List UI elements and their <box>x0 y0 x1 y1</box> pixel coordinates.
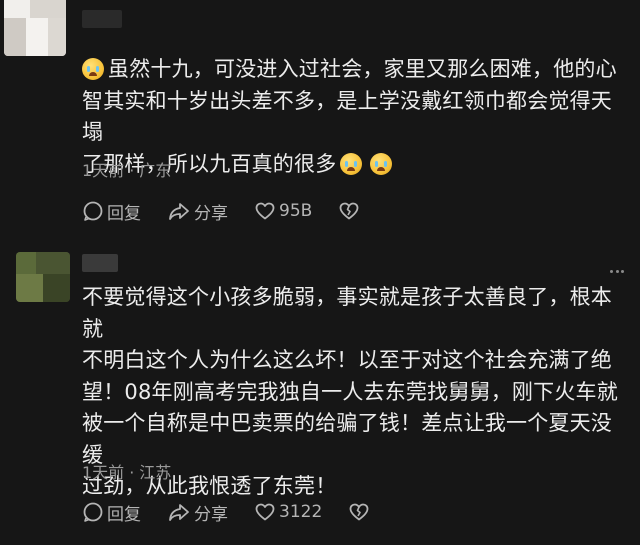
more-options-icon[interactable] <box>610 270 624 274</box>
username[interactable] <box>82 254 118 272</box>
like-button[interactable]: 95B <box>254 200 312 222</box>
broken-heart-icon <box>339 202 359 220</box>
avatar[interactable] <box>4 0 66 56</box>
meta-separator: · <box>129 161 135 180</box>
comment-time: 1天前 <box>82 161 125 180</box>
heart-icon <box>255 202 275 220</box>
like-count: 95B <box>279 201 313 221</box>
comment-location: 江苏 <box>139 463 172 482</box>
comment-location: 广东 <box>139 161 172 180</box>
speech-bubble-icon <box>83 502 103 522</box>
comment-item: 虽然十九，可没进入过社会，家里又那么困难，他的心 智其实和十岁出头差不多，是上学… <box>0 0 640 240</box>
dislike-button[interactable] <box>338 200 363 222</box>
like-button[interactable]: 3122 <box>254 501 322 523</box>
share-arrow-icon <box>169 203 189 220</box>
username[interactable] <box>82 10 122 28</box>
like-count: 3122 <box>279 502 323 522</box>
crying-face-icon <box>82 58 104 80</box>
meta-separator: · <box>129 463 135 482</box>
comment-thread: 虽然十九，可没进入过社会，家里又那么困难，他的心 智其实和十岁出头差不多，是上学… <box>0 0 640 545</box>
share-button[interactable]: 分享 <box>167 199 228 224</box>
crying-face-icon <box>370 152 393 175</box>
avatar[interactable] <box>16 252 70 302</box>
share-button[interactable]: 分享 <box>167 500 228 525</box>
comment-meta: 1天前 · 江苏 <box>82 459 171 483</box>
comment-actions: 回复 分享 3122 <box>82 499 399 525</box>
reply-button[interactable]: 回复 <box>82 199 141 224</box>
crying-face-icon <box>340 152 363 175</box>
comment-item: 不要觉得这个小孩多脆弱，事实就是孩子太善良了，根本就 不明白这个人为什么这么坏！… <box>0 240 640 545</box>
comment-time: 1天前 <box>82 463 125 482</box>
broken-heart-icon <box>349 503 369 521</box>
share-arrow-icon <box>169 504 189 521</box>
reply-button[interactable]: 回复 <box>82 500 141 525</box>
heart-icon <box>255 503 275 521</box>
dislike-button[interactable] <box>348 501 373 523</box>
comment-actions: 回复 分享 95B <box>82 198 389 224</box>
speech-bubble-icon <box>83 201 103 221</box>
comment-meta: 1天前 · 广东 <box>82 157 171 181</box>
